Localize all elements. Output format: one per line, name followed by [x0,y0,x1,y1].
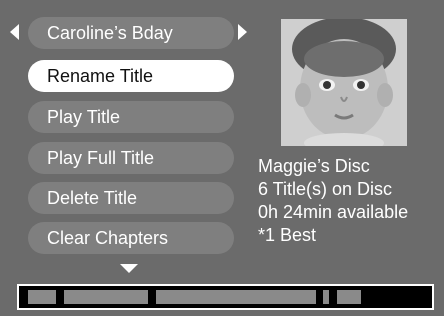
recording-quality: *1 Best [258,225,317,245]
menu-item-label: Rename Title [47,66,154,86]
right-triangle-icon[interactable] [238,24,247,40]
menu-item-play-full-title[interactable]: Play Full Title [28,142,234,174]
title-selector-label: Caroline’s Bday [47,23,173,43]
timeline-segment [337,290,361,304]
timeline-segment [156,290,316,304]
menu-item-rename-title[interactable]: Rename Title [28,60,234,92]
timeline-segment [64,290,148,304]
menu-item-label: Play Title [47,107,121,127]
title-thumbnail [281,19,407,146]
menu-item-label: Delete Title [47,188,138,208]
menu-item-play-title[interactable]: Play Title [28,101,234,133]
menu-item-label: Clear Chapters [47,228,169,248]
baby-photo-image [281,19,407,146]
disc-usage-bar [17,284,434,310]
timeline-segment [323,290,329,304]
disc-title-count: 6 Title(s) on Disc [258,179,393,199]
timeline-segment [28,290,56,304]
menu-item-clear-chapters[interactable]: Clear Chapters [28,222,234,254]
disc-name: Maggie’s Disc [258,156,370,176]
title-selector[interactable]: Caroline’s Bday [28,17,234,49]
disc-available-time: 0h 24min available [258,202,409,222]
menu-item-label: Play Full Title [47,148,155,168]
down-triangle-icon[interactable] [120,264,138,273]
menu-item-delete-title[interactable]: Delete Title [28,182,234,214]
dvd-recorder-screen: Caroline’s Bday Rename Title Play Title … [0,0,444,316]
left-triangle-icon[interactable] [10,24,19,40]
